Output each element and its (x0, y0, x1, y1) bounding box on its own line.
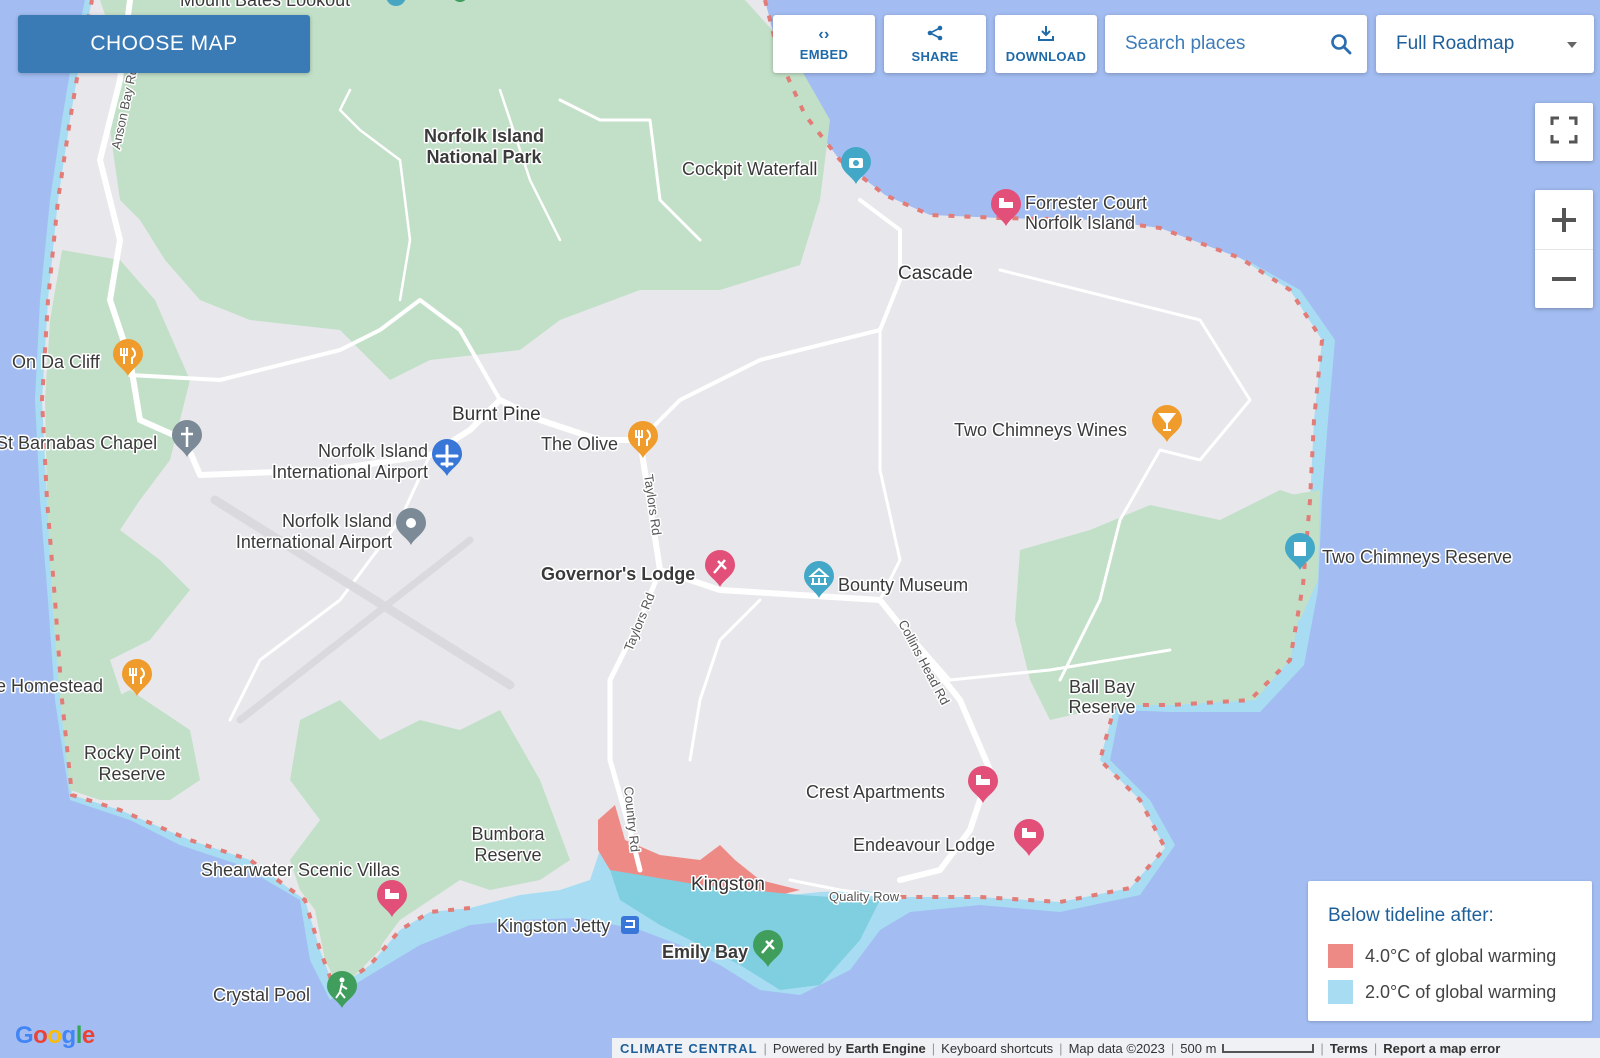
label-mount-bates: Mount Bates Lookout (180, 0, 350, 10)
label-ball-bay-1: Ball Bay (1069, 677, 1135, 697)
label-rocky-point-2: Reserve (98, 764, 165, 784)
share-label: SHARE (911, 48, 959, 64)
legend-item-2c: 2.0°C of global warming (1328, 980, 1556, 1004)
label-bounty-museum: Bounty Museum (838, 575, 968, 595)
zoom-out-button[interactable] (1535, 250, 1593, 308)
search-box (1105, 15, 1367, 73)
label-kingston: Kingston (691, 874, 765, 895)
map-footer: CLIMATE CENTRAL | Powered by Earth Engin… (612, 1038, 1600, 1058)
zoom-out-icon (1552, 276, 1576, 281)
terms-link[interactable]: Terms (1330, 1041, 1368, 1056)
zoom-in-icon (1552, 207, 1576, 232)
label-national-park-1: Norfolk Island (424, 126, 544, 146)
label-governors-lodge: Governor's Lodge (541, 564, 695, 584)
label-forrester-2: Norfolk Island (1025, 213, 1135, 233)
scale-label[interactable]: 500 m (1180, 1041, 1216, 1056)
label-crest-apartments: Crest Apartments (806, 782, 945, 802)
flood-legend: Below tideline after: 4.0°C of global wa… (1308, 881, 1592, 1021)
label-on-da-cliff: On Da Cliff (12, 352, 101, 372)
download-icon (1037, 25, 1055, 45)
legend-label-4c: 4.0°C of global warming (1365, 945, 1557, 966)
earth-engine-link[interactable]: Earth Engine (846, 1041, 926, 1056)
label-ball-bay-2: Reserve (1068, 697, 1135, 717)
share-icon (926, 25, 944, 45)
label-homestead: e Homestead (0, 676, 103, 696)
map-type-select[interactable]: Full Roadmap (1376, 15, 1594, 73)
fullscreen-icon (1550, 116, 1578, 149)
label-endeavour-lodge: Endeavour Lodge (853, 835, 995, 855)
label-shearwater: Shearwater Scenic Villas (201, 860, 400, 880)
label-cascade: Cascade (898, 263, 973, 284)
label-airport-a1: Norfolk Island (318, 441, 428, 461)
label-kingston-jetty: Kingston Jetty (497, 916, 610, 936)
label-forrester-1: Forrester Court (1025, 193, 1147, 213)
label-two-chimneys-reserve: Two Chimneys Reserve (1322, 547, 1512, 567)
label-airport-a2: International Airport (272, 462, 428, 482)
label-emily-bay: Emily Bay (662, 942, 748, 962)
zoom-control (1535, 190, 1593, 308)
legend-title: Below tideline after: (1328, 905, 1494, 926)
powered-by-text: Powered by (772, 1040, 842, 1056)
legend-swatch-4c (1328, 944, 1353, 968)
search-input[interactable] (1123, 32, 1317, 56)
label-two-chimneys-wines: Two Chimneys Wines (954, 420, 1127, 440)
label-rocky-point-1: Rocky Point (84, 743, 180, 763)
label-burnt-pine: Burnt Pine (452, 404, 541, 425)
label-bumbora-2: Reserve (474, 845, 541, 865)
legend-item-4c: 4.0°C of global warming (1328, 944, 1556, 968)
choose-map-button[interactable]: CHOOSE MAP (18, 15, 310, 73)
ferry-icon[interactable] (621, 916, 639, 934)
legend-label-2c: 2.0°C of global warming (1365, 981, 1557, 1002)
label-barnabas: St Barnabas Chapel (0, 433, 157, 453)
label-quality-row: Quality Row (829, 889, 900, 904)
google-logo: Google (15, 1022, 95, 1049)
keyboard-shortcuts-link[interactable]: Keyboard shortcuts (941, 1041, 1053, 1056)
label-cockpit-waterfall: Cockpit Waterfall (682, 159, 817, 179)
label-the-olive: The Olive (541, 434, 618, 454)
embed-button[interactable]: ‹› EMBED (773, 15, 875, 73)
climate-central-logo[interactable]: CLIMATE CENTRAL (620, 1041, 758, 1056)
caret-down-icon (1566, 33, 1578, 55)
download-label: DOWNLOAD (1005, 48, 1087, 64)
search-icon[interactable] (1329, 32, 1353, 61)
share-button[interactable]: SHARE (884, 15, 986, 73)
code-icon: ‹› (818, 25, 830, 43)
map-type-value: Full Roadmap (1396, 33, 1515, 54)
report-error-link[interactable]: Report a map error (1383, 1041, 1500, 1056)
label-crystal-pool: Crystal Pool (213, 985, 310, 1005)
map-data-text: Map data ©2023 (1068, 1040, 1165, 1056)
scale-bar (1222, 1043, 1315, 1053)
label-airport-b1: Norfolk Island (282, 511, 392, 531)
label-airport-b2: International Airport (236, 532, 392, 552)
zoom-in-button[interactable] (1535, 191, 1593, 250)
fullscreen-button[interactable] (1535, 103, 1593, 161)
label-national-park-2: National Park (426, 147, 542, 167)
embed-label: EMBED (799, 46, 849, 62)
legend-swatch-2c (1328, 980, 1353, 1004)
label-bumbora-1: Bumbora (471, 824, 545, 844)
download-button[interactable]: DOWNLOAD (995, 15, 1097, 73)
